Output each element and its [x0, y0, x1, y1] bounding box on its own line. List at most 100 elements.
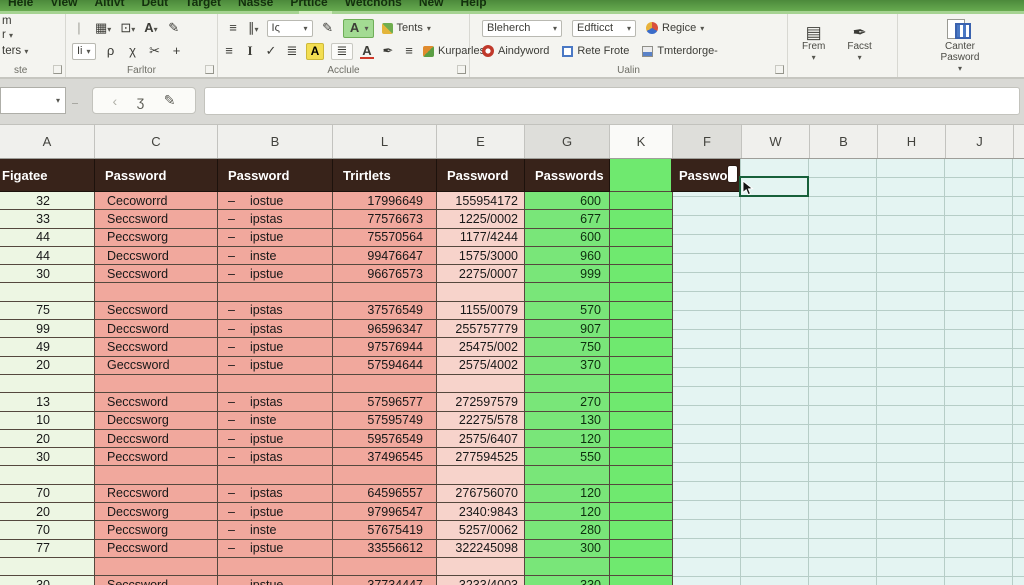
cell-l[interactable]: 59576549 — [333, 430, 437, 448]
cell-a[interactable] — [0, 558, 95, 576]
menu-item-new[interactable]: New — [419, 0, 444, 10]
border-grid-button[interactable]: ▦▾ — [95, 19, 111, 37]
cell-k[interactable] — [610, 430, 673, 448]
cell-k[interactable] — [610, 229, 673, 247]
cell-b[interactable] — [218, 558, 333, 576]
cell-g[interactable]: 130 — [525, 412, 610, 430]
column-header-E[interactable]: E — [437, 125, 525, 158]
cell-k[interactable] — [610, 302, 673, 320]
cell-l[interactable]: 57594644 — [333, 357, 437, 375]
cell-g[interactable]: 550 — [525, 448, 610, 466]
cell-l[interactable]: 97576944 — [333, 338, 437, 356]
cell-k[interactable] — [610, 503, 673, 521]
cell-l[interactable]: 37496545 — [333, 448, 437, 466]
cell-c[interactable]: Peccsword — [95, 448, 218, 466]
menu-item-altivt[interactable]: Altivt — [95, 0, 125, 10]
column-header-L[interactable]: L — [333, 125, 437, 158]
cell-c[interactable]: Peccsworg — [95, 521, 218, 539]
cell-e[interactable]: 1177/4244 — [437, 229, 525, 247]
cell-c[interactable]: Cecoworrd — [95, 192, 218, 210]
cell-g[interactable] — [525, 558, 610, 576]
cell-k[interactable] — [610, 375, 673, 393]
header-cell[interactable]: Trirtlets — [333, 159, 437, 192]
fx-icon[interactable]: ʒ — [137, 93, 145, 109]
column-header-K[interactable]: K — [610, 125, 673, 158]
cell-g[interactable]: 280 — [525, 521, 610, 539]
cell-e[interactable] — [437, 283, 525, 301]
cell-k[interactable] — [610, 338, 673, 356]
cell-b[interactable]: –inste — [218, 521, 333, 539]
cell-b[interactable] — [218, 375, 333, 393]
formula-input[interactable] — [204, 87, 1020, 115]
cell-a[interactable]: 13 — [0, 393, 95, 411]
name-box[interactable]: ▾ — [0, 87, 66, 114]
cell-k[interactable] — [610, 485, 673, 503]
cell-b[interactable]: –ipstue — [218, 576, 333, 585]
cell-e[interactable]: 272597579 — [437, 393, 525, 411]
cell-a[interactable] — [0, 375, 95, 393]
cell-a[interactable]: 30 — [0, 576, 95, 585]
cell-e[interactable]: 22275/578 — [437, 412, 525, 430]
header-cell[interactable]: Password — [437, 159, 525, 192]
cell-l[interactable]: 96676573 — [333, 265, 437, 283]
cell-l[interactable] — [333, 558, 437, 576]
align-right-icon[interactable]: ≡ — [402, 43, 416, 59]
cell-c[interactable]: Seccsword — [95, 210, 218, 228]
cell-b[interactable]: –ipstas — [218, 320, 333, 338]
column-header-F[interactable]: F — [673, 125, 742, 158]
header-cell[interactable]: Password — [218, 159, 333, 192]
cell-e[interactable]: 1225/0002 — [437, 210, 525, 228]
cell-l[interactable]: 75570564 — [333, 229, 437, 247]
cell-l[interactable]: 57595749 — [333, 412, 437, 430]
cell-g[interactable]: 600 — [525, 192, 610, 210]
lines-icon[interactable]: ≣ — [285, 43, 299, 59]
cell-k[interactable] — [610, 192, 673, 210]
cell-k[interactable] — [610, 576, 673, 585]
cell-a[interactable]: 70 — [0, 521, 95, 539]
cell-b[interactable]: –ipstas — [218, 485, 333, 503]
cell-k[interactable] — [610, 521, 673, 539]
cell-l[interactable]: 96596347 — [333, 320, 437, 338]
cell-c[interactable]: Seccsword — [95, 393, 218, 411]
cell-c[interactable] — [95, 375, 218, 393]
dialog-launcher-icon[interactable] — [53, 65, 62, 74]
cell-g[interactable]: 120 — [525, 485, 610, 503]
dialog-launcher-icon[interactable] — [205, 65, 214, 74]
cell-l[interactable] — [333, 375, 437, 393]
column-header-B[interactable]: B — [218, 125, 333, 158]
column-header-G[interactable]: G — [525, 125, 610, 158]
column-header-J[interactable]: J — [946, 125, 1014, 158]
cell-g[interactable]: 999 — [525, 265, 610, 283]
cell-c[interactable]: Seccsword — [95, 302, 218, 320]
cell-l[interactable] — [333, 283, 437, 301]
cell-l[interactable] — [333, 466, 437, 484]
cell-g[interactable] — [525, 466, 610, 484]
cell-b[interactable]: –ipstas — [218, 302, 333, 320]
menu-item-wetchons[interactable]: Wetchons — [345, 0, 402, 10]
cell-e[interactable]: 277594525 — [437, 448, 525, 466]
frem-button[interactable]: ▤ Frem ▾ — [802, 25, 825, 62]
cell-k[interactable] — [610, 448, 673, 466]
rete-frote-button[interactable]: Rete Frote — [562, 45, 629, 57]
cell-b[interactable]: –iostue — [218, 192, 333, 210]
cell-c[interactable] — [95, 466, 218, 484]
cell-g[interactable]: 960 — [525, 247, 610, 265]
cell-c[interactable]: Deccsword — [95, 430, 218, 448]
column-header-B[interactable]: B — [810, 125, 878, 158]
cell-c[interactable]: Seccsword — [95, 338, 218, 356]
cell-c[interactable]: Geccsword — [95, 357, 218, 375]
cell-c[interactable]: Seccsword — [95, 265, 218, 283]
menu-item-hele[interactable]: Hele — [8, 0, 33, 10]
cell-b[interactable]: –ipstue — [218, 430, 333, 448]
text-color-icon[interactable]: A — [360, 44, 374, 59]
menu-item-prttice[interactable]: Prttice — [290, 0, 327, 10]
cell-a[interactable]: 20 — [0, 503, 95, 521]
cell-b[interactable]: –inste — [218, 247, 333, 265]
cell-g[interactable]: 677 — [525, 210, 610, 228]
empty-cells-region[interactable] — [671, 159, 1024, 585]
cell-a[interactable]: 30 — [0, 448, 95, 466]
cell-g[interactable]: 600 — [525, 229, 610, 247]
cell-c[interactable]: Peccsworg — [95, 229, 218, 247]
column-header-W[interactable]: W — [742, 125, 810, 158]
pen-icon[interactable]: ✎ — [321, 20, 335, 36]
